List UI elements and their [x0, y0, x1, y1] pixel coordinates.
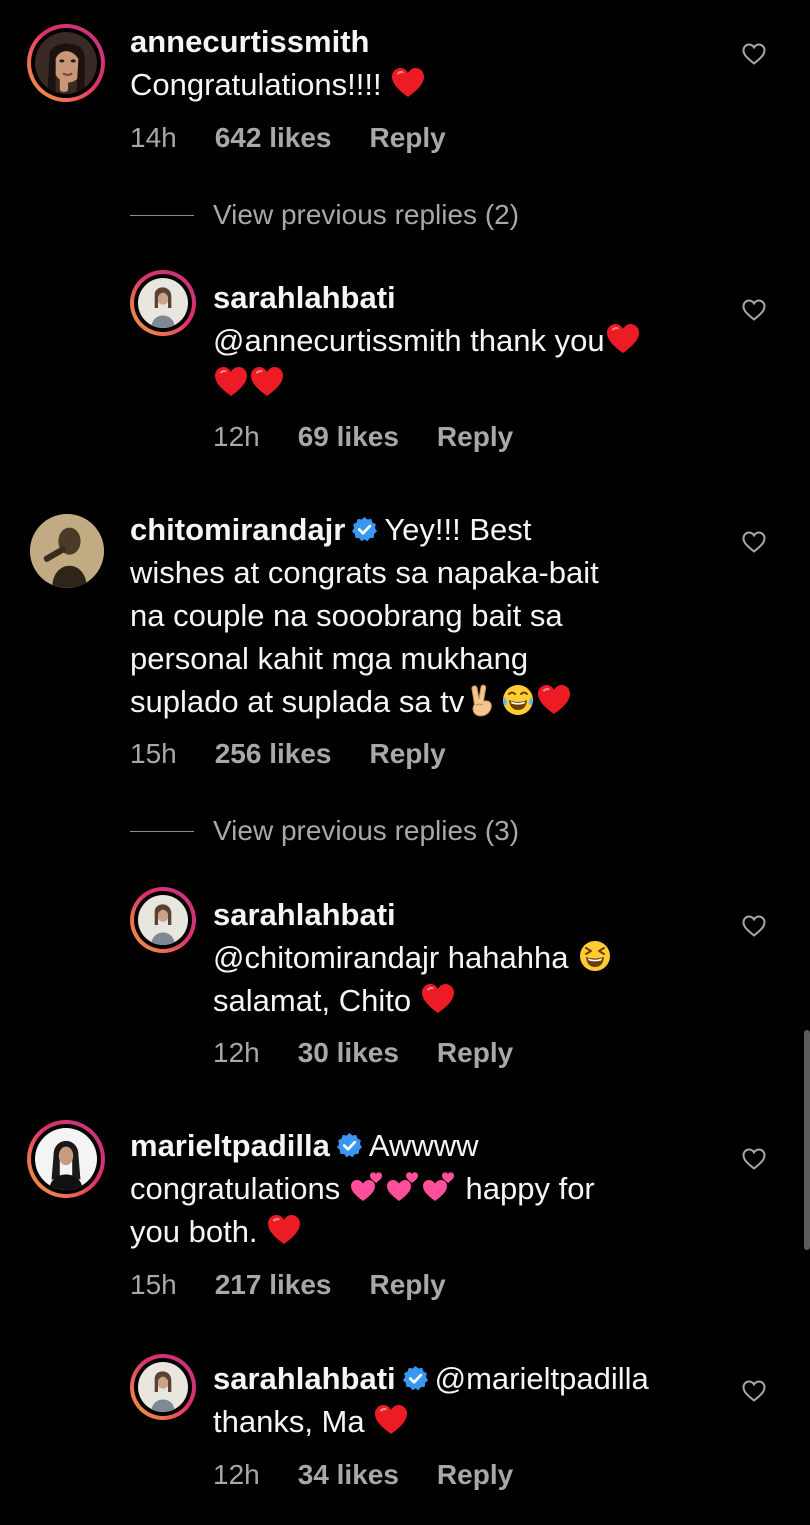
- verified-badge-icon: [351, 516, 378, 543]
- reply-button[interactable]: Reply: [370, 122, 446, 153]
- heart-outline-icon[interactable]: [742, 531, 766, 553]
- verified-badge-icon: [336, 1132, 363, 1159]
- avatar[interactable]: [130, 270, 196, 336]
- username[interactable]: chitomirandajr: [130, 512, 345, 547]
- replies-divider: [130, 215, 194, 216]
- reply-button[interactable]: Reply: [437, 421, 513, 452]
- comment-meta: 12h 69 likes Reply: [213, 421, 551, 453]
- likes-count[interactable]: 34 likes: [298, 1459, 399, 1490]
- likes-count[interactable]: 30 likes: [298, 1037, 399, 1068]
- comment-meta: 15h 217 likes Reply: [130, 1269, 484, 1301]
- comment-body: chitomirandajr Yey!!! Best wishes at cong…: [130, 508, 599, 723]
- likes-count[interactable]: 642 likes: [215, 122, 332, 153]
- username[interactable]: sarahlahbati: [213, 1361, 396, 1396]
- view-previous-replies-button[interactable]: View previous replies (2): [213, 199, 519, 231]
- comment-text: thanks, Ma: [213, 1404, 365, 1439]
- avatar[interactable]: [27, 1120, 105, 1198]
- red-heart-emoji: [536, 682, 572, 718]
- comment-text: @marieltpadilla: [434, 1361, 649, 1396]
- reply-button[interactable]: Reply: [437, 1459, 513, 1490]
- likes-count[interactable]: 256 likes: [215, 738, 332, 769]
- avatar[interactable]: [30, 514, 104, 588]
- comment-text: you both.: [130, 1214, 258, 1249]
- view-previous-replies-button[interactable]: View previous replies (3): [213, 815, 519, 847]
- scrollbar[interactable]: [804, 1030, 810, 1250]
- comment-meta: 14h 642 likes Reply: [130, 122, 484, 154]
- heart-outline-icon[interactable]: [742, 43, 766, 65]
- comment-body: annecurtissmith Congratulations!!!!: [130, 20, 426, 106]
- comment-body: sarahlahbati @marieltpadilla thanks, Ma: [213, 1357, 649, 1443]
- comment-body: marieltpadilla Awwww congratulations happ…: [130, 1124, 595, 1253]
- comment-text: personal kahit mga mukhang: [130, 641, 529, 676]
- verified-badge-icon: [402, 1365, 429, 1392]
- profile-photo-icon: [138, 1362, 188, 1412]
- comment-text: salamat, Chito: [213, 983, 412, 1018]
- comment-text: congratulations: [130, 1171, 341, 1206]
- comment-body: sarahlahbati @annecurtissmith thank you: [213, 276, 641, 405]
- grinning-squinting-emoji: [577, 938, 613, 974]
- comment-text: wishes at congrats sa napaka-bait: [130, 555, 599, 590]
- red-heart-emoji: [373, 1402, 409, 1438]
- red-heart-emoji: [390, 65, 426, 101]
- comment-text: @chitomirandajr hahahha: [213, 940, 569, 975]
- comment-text: happy for: [465, 1171, 595, 1206]
- comment-text: Congratulations!!!!: [130, 67, 382, 102]
- timestamp: 14h: [130, 122, 177, 153]
- victory-hand-emoji: [464, 682, 500, 718]
- comment-text: @annecurtissmith thank you: [213, 323, 605, 358]
- two-hearts-emoji: [349, 1169, 385, 1205]
- profile-photo-icon: [138, 278, 188, 328]
- heart-outline-icon[interactable]: [742, 1380, 766, 1402]
- red-heart-emoji: [213, 364, 249, 400]
- heart-outline-icon[interactable]: [742, 915, 766, 937]
- reply-button[interactable]: Reply: [370, 738, 446, 769]
- avatar[interactable]: [27, 24, 105, 102]
- comment-text: suplado at suplada sa tv: [130, 684, 465, 719]
- comment-body: sarahlahbati @chitomirandajr hahahha sal…: [213, 893, 613, 1022]
- two-hearts-emoji: [385, 1169, 421, 1205]
- comment-meta: 12h 30 likes Reply: [213, 1037, 551, 1069]
- timestamp: 12h: [213, 421, 260, 452]
- red-heart-emoji: [420, 981, 456, 1017]
- comment-text: Yey!!! Best: [384, 512, 532, 547]
- profile-photo-icon: [138, 895, 188, 945]
- red-heart-emoji: [249, 364, 285, 400]
- username[interactable]: sarahlahbati: [213, 280, 396, 315]
- comment-text: na couple na sooobrang bait sa: [130, 598, 563, 633]
- tears-of-joy-emoji: [500, 682, 536, 718]
- comment-meta: 12h 34 likes Reply: [213, 1459, 551, 1491]
- two-hearts-emoji: [421, 1169, 457, 1205]
- reply-button[interactable]: Reply: [370, 1269, 446, 1300]
- username[interactable]: annecurtissmith: [130, 24, 369, 59]
- timestamp: 12h: [213, 1459, 260, 1490]
- comment-meta: 15h 256 likes Reply: [130, 738, 484, 770]
- heart-outline-icon[interactable]: [742, 299, 766, 321]
- avatar[interactable]: [130, 1354, 196, 1420]
- likes-count[interactable]: 217 likes: [215, 1269, 332, 1300]
- replies-divider: [130, 831, 194, 832]
- avatar[interactable]: [130, 887, 196, 953]
- red-heart-emoji: [605, 321, 641, 357]
- heart-outline-icon[interactable]: [742, 1148, 766, 1170]
- likes-count[interactable]: 69 likes: [298, 421, 399, 452]
- reply-button[interactable]: Reply: [437, 1037, 513, 1068]
- timestamp: 12h: [213, 1037, 260, 1068]
- timestamp: 15h: [130, 738, 177, 769]
- comment-text: Awwww: [368, 1128, 479, 1163]
- profile-photo-icon: [30, 514, 104, 588]
- username[interactable]: marieltpadilla: [130, 1128, 330, 1163]
- profile-photo-icon: [35, 32, 97, 94]
- username[interactable]: sarahlahbati: [213, 897, 396, 932]
- profile-photo-icon: [35, 1128, 97, 1190]
- red-heart-emoji: [266, 1212, 302, 1248]
- timestamp: 15h: [130, 1269, 177, 1300]
